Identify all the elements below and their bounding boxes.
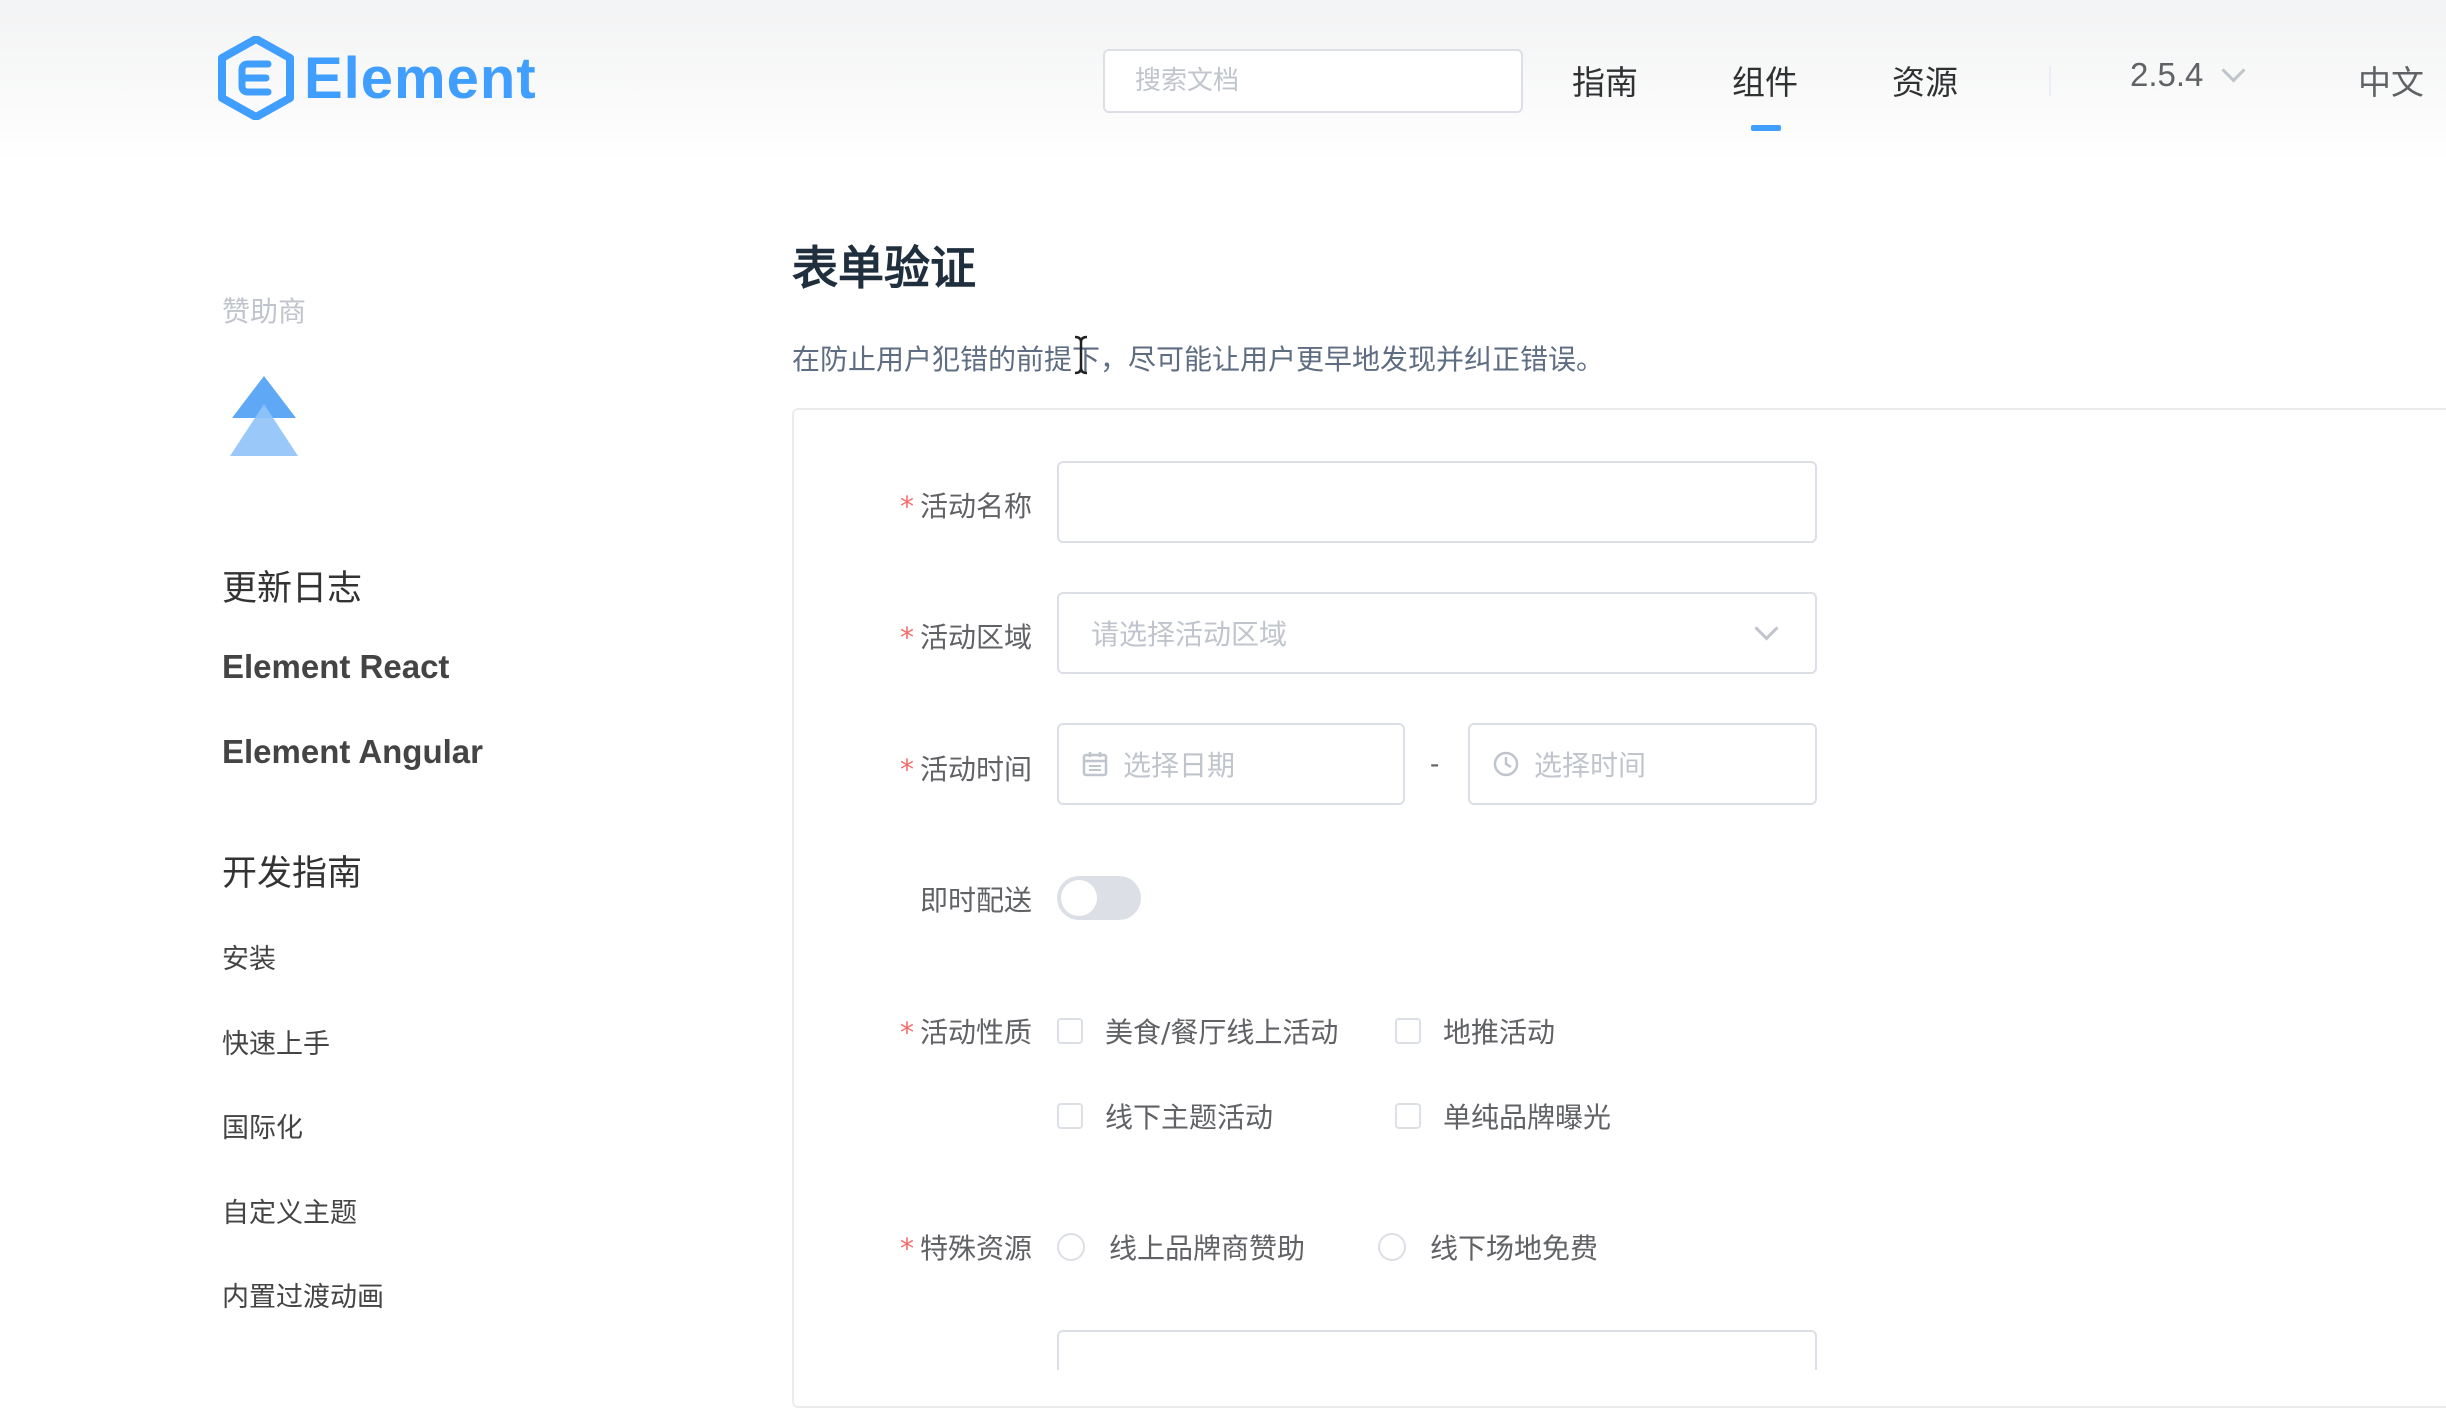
name-input[interactable]	[1057, 461, 1817, 543]
calendar-icon	[1082, 752, 1108, 777]
time-placeholder: 选择时间	[1534, 749, 1647, 782]
time-label: * 活动时间	[899, 753, 1032, 786]
sidebar-group-dev-guide: 开发指南	[222, 854, 363, 894]
sidebar-item-element-react[interactable]: Element React	[222, 648, 449, 686]
sidebar-item-quickstart[interactable]: 快速上手	[222, 1022, 330, 1061]
checkbox-box[interactable]	[1395, 1103, 1421, 1129]
top-header: Element 搜索文档 指南 组件 资源 2.5.4 中文	[0, 0, 2446, 162]
demo-block	[792, 408, 2446, 1408]
chevron-down-icon	[2221, 57, 2246, 83]
sidebar-item-custom-theme[interactable]: 自定义主题	[222, 1191, 357, 1230]
search-input[interactable]: 搜索文档	[1103, 49, 1523, 113]
checkbox-box[interactable]	[1057, 1103, 1083, 1129]
delivery-label: 即时配送	[919, 884, 1032, 917]
sidebar-item-transition[interactable]: 内置过渡动画	[222, 1275, 384, 1314]
sidebar-item-install[interactable]: 安装	[222, 937, 276, 976]
sidebar-item-element-angular[interactable]: Element Angular	[222, 733, 483, 771]
checkbox-box[interactable]	[1057, 1018, 1083, 1044]
delivery-switch[interactable]	[1057, 876, 1141, 920]
element-logo-icon	[218, 36, 294, 120]
radio-circle[interactable]	[1378, 1233, 1406, 1261]
sidebar-item-i18n[interactable]: 国际化	[222, 1106, 303, 1145]
type-checkbox-food[interactable]: 美食/餐厅线上活动	[1057, 1011, 1338, 1051]
resource-radio-online[interactable]: 线上品牌商赞助	[1057, 1227, 1305, 1267]
sponsor-logo-icon[interactable]	[228, 374, 300, 458]
sidebar-item-changelog[interactable]: 更新日志	[222, 560, 362, 611]
date-picker[interactable]: 选择日期	[1057, 723, 1405, 805]
version-label: 2.5.4	[2130, 56, 2204, 93]
resource-label: * 特殊资源	[899, 1232, 1032, 1265]
logo-text: Element	[304, 45, 537, 111]
time-separator: -	[1430, 748, 1440, 779]
nav-divider	[2049, 66, 2051, 96]
date-placeholder: 选择日期	[1123, 749, 1236, 782]
radio-circle[interactable]	[1057, 1233, 1085, 1261]
clock-icon	[1493, 751, 1519, 777]
type-label: * 活动性质	[899, 1016, 1032, 1049]
sponsor-label: 赞助商	[222, 295, 307, 328]
text-cursor-icon	[1074, 335, 1088, 375]
element-logo[interactable]: Element	[218, 36, 537, 120]
type-checkbox-brand[interactable]: 单纯品牌曝光	[1395, 1096, 1611, 1136]
switch-knob	[1061, 880, 1097, 916]
nav-components[interactable]: 组件	[1732, 56, 1798, 104]
page-description: 在防止用户犯错的前提下，尽可能让用户更早地发现并纠正错误。	[792, 343, 1605, 376]
region-placeholder: 请选择活动区域	[1091, 618, 1288, 651]
nav-guide[interactable]: 指南	[1572, 56, 1638, 104]
sidebar: 赞助商 更新日志 Element React Element Angular 开…	[0, 162, 760, 1350]
region-label: * 活动区域	[899, 621, 1032, 654]
region-select[interactable]: 请选择活动区域	[1057, 592, 1817, 674]
checkbox-box[interactable]	[1395, 1018, 1421, 1044]
type-checkbox-offline[interactable]: 线下主题活动	[1057, 1096, 1273, 1136]
language-switch[interactable]: 中文	[2358, 56, 2424, 104]
nav-active-indicator	[1751, 125, 1781, 131]
time-picker[interactable]: 选择时间	[1468, 723, 1817, 805]
resource-radio-offline[interactable]: 线下场地免费	[1378, 1227, 1598, 1267]
version-select[interactable]: 2.5.4	[2130, 56, 2246, 94]
type-checkbox-promo[interactable]: 地推活动	[1395, 1011, 1555, 1051]
nav-resources[interactable]: 资源	[1892, 56, 1958, 104]
name-label: * 活动名称	[899, 490, 1032, 523]
page-title: 表单验证	[792, 241, 976, 295]
chevron-down-icon	[1754, 616, 1779, 641]
next-field-input[interactable]	[1057, 1330, 1817, 1370]
